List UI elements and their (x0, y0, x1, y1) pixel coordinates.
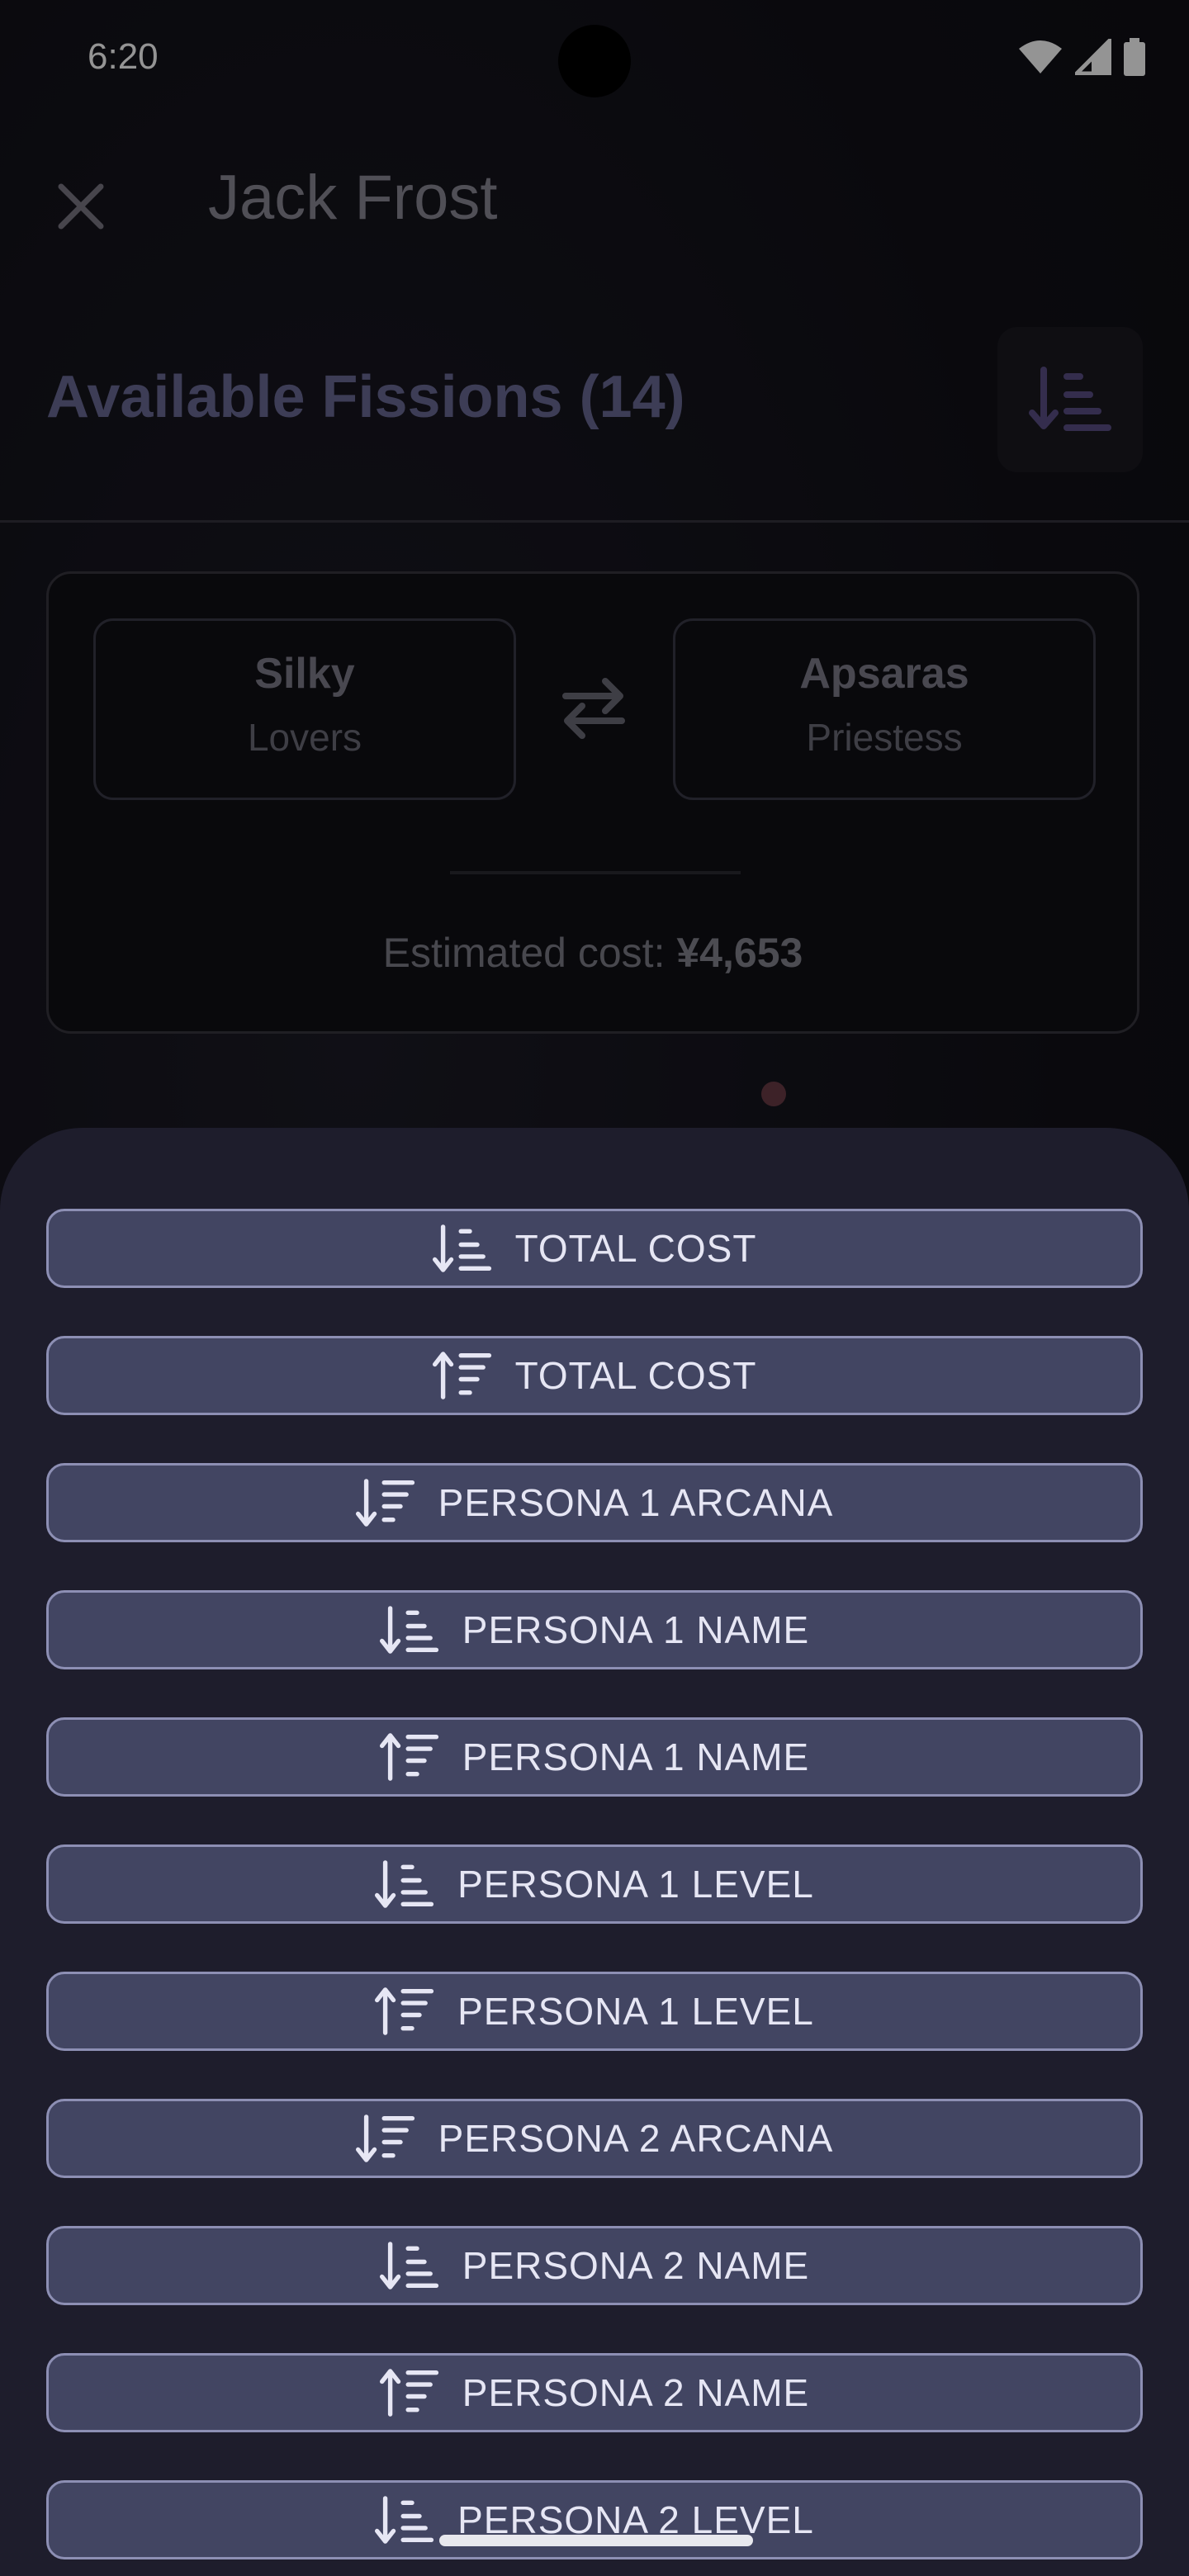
sort-ascending-icon (375, 2496, 434, 2544)
sort-option-button[interactable]: TOTAL COST (46, 1209, 1143, 1288)
sort-option-label: PERSONA 1 NAME (462, 1608, 810, 1651)
sort-option-label: PERSONA 2 ARCANA (438, 2117, 834, 2160)
sort-option-label: PERSONA 2 NAME (462, 2244, 810, 2287)
sort-option-label: TOTAL COST (514, 1227, 757, 1270)
sort-descending-icon (379, 1733, 438, 1781)
sort-option-button[interactable]: PERSONA 1 NAME (46, 1717, 1143, 1797)
sort-option-label: PERSONA 1 NAME (462, 1735, 810, 1778)
sort-option-label: PERSONA 1 LEVEL (457, 1863, 814, 1906)
sort-variant-icon (355, 1479, 414, 1527)
sort-ascending-icon (379, 1606, 438, 1654)
sort-descending-icon (432, 1352, 491, 1399)
sort-ascending-icon (432, 1224, 491, 1272)
sort-variant-icon (355, 2114, 414, 2162)
sort-option-button[interactable]: PERSONA 1 LEVEL (46, 1844, 1143, 1924)
sort-option-label: PERSONA 1 ARCANA (438, 1481, 834, 1524)
sort-ascending-icon (379, 2242, 438, 2290)
sort-option-button[interactable]: PERSONA 2 NAME (46, 2226, 1143, 2305)
sort-option-button[interactable]: PERSONA 1 ARCANA (46, 1463, 1143, 1542)
sort-option-label: PERSONA 1 LEVEL (457, 1990, 814, 2033)
sort-option-button[interactable]: PERSONA 1 LEVEL (46, 1972, 1143, 2051)
sort-option-button[interactable]: PERSONA 2 LEVEL (46, 2480, 1143, 2559)
sort-option-button[interactable]: PERSONA 2 ARCANA (46, 2099, 1143, 2178)
sort-option-label: PERSONA 2 NAME (462, 2371, 810, 2414)
app-screen: 6:20 Jack Frost Available Fissions (14) (0, 0, 1189, 2576)
sort-option-button[interactable]: PERSONA 2 NAME (46, 2353, 1143, 2432)
sort-option-button[interactable]: TOTAL COST (46, 1336, 1143, 1415)
sort-option-button[interactable]: PERSONA 1 NAME (46, 1590, 1143, 1669)
sort-descending-icon (379, 2369, 438, 2417)
gesture-navigation-bar[interactable] (439, 2535, 753, 2546)
sort-ascending-icon (375, 1860, 434, 1908)
sort-descending-icon (375, 1987, 434, 2035)
sort-option-label: TOTAL COST (514, 1354, 757, 1397)
